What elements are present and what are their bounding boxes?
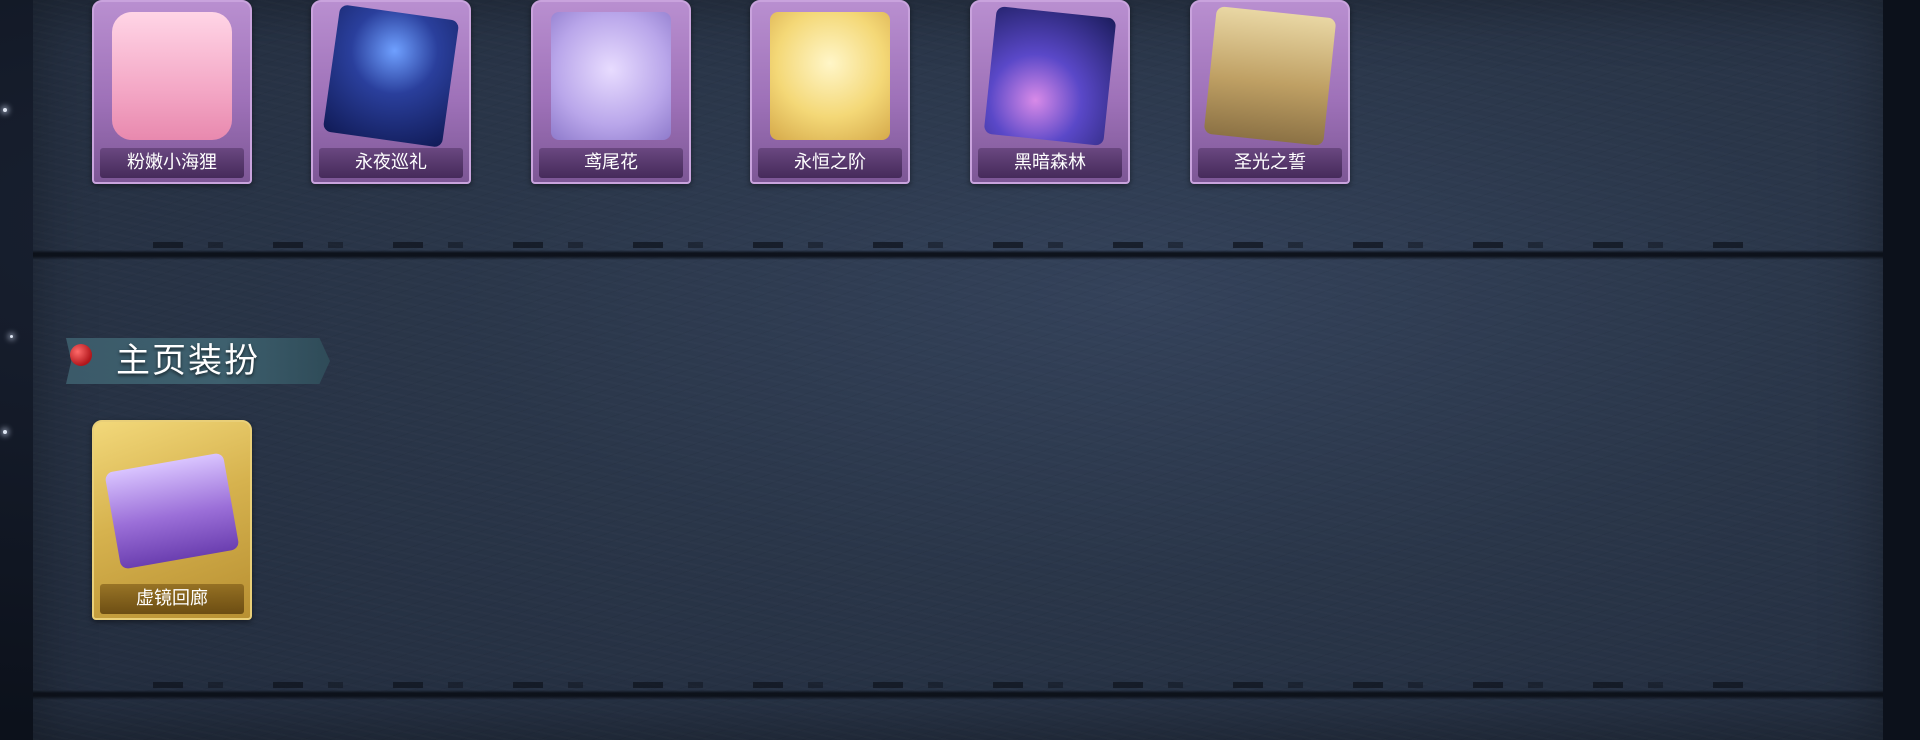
skin-art <box>322 4 460 148</box>
section-divider <box>33 242 1883 260</box>
skin-card-label: 黑暗森林 <box>978 148 1122 178</box>
star-icon <box>10 335 13 338</box>
skin-card[interactable]: 永夜巡礼 <box>311 0 471 184</box>
decor-art <box>104 452 240 570</box>
skin-art <box>1203 6 1337 146</box>
section-header: 主页装扮 <box>66 338 330 384</box>
skin-card[interactable]: 永恒之阶 <box>750 0 910 184</box>
skin-card-label: 永夜巡礼 <box>319 148 463 178</box>
decor-card[interactable]: 虚镜回廊 <box>92 420 252 620</box>
pin-icon <box>70 344 92 366</box>
screen: 粉嫩小海狸 永夜巡礼 鸢尾花 永恒之阶 黑暗森林 圣光之誓 主页装扮 虚镜回廊 <box>0 0 1920 740</box>
star-icon <box>3 108 7 112</box>
skin-card[interactable]: 圣光之誓 <box>1190 0 1350 184</box>
skin-art <box>983 6 1117 146</box>
skin-card-label: 粉嫩小海狸 <box>100 148 244 178</box>
skin-card[interactable]: 黑暗森林 <box>970 0 1130 184</box>
skin-card[interactable]: 粉嫩小海狸 <box>92 0 252 184</box>
skin-card-label: 永恒之阶 <box>758 148 902 178</box>
skin-art <box>770 12 890 140</box>
skin-art <box>551 12 671 140</box>
decor-card-label: 虚镜回廊 <box>100 584 244 614</box>
skin-card[interactable]: 鸢尾花 <box>531 0 691 184</box>
skin-art <box>112 12 232 140</box>
skin-card-label: 圣光之誓 <box>1198 148 1342 178</box>
star-icon <box>3 430 7 434</box>
section-title: 主页装扮 <box>116 341 260 381</box>
skin-card-label: 鸢尾花 <box>539 148 683 178</box>
section-divider <box>33 682 1883 700</box>
